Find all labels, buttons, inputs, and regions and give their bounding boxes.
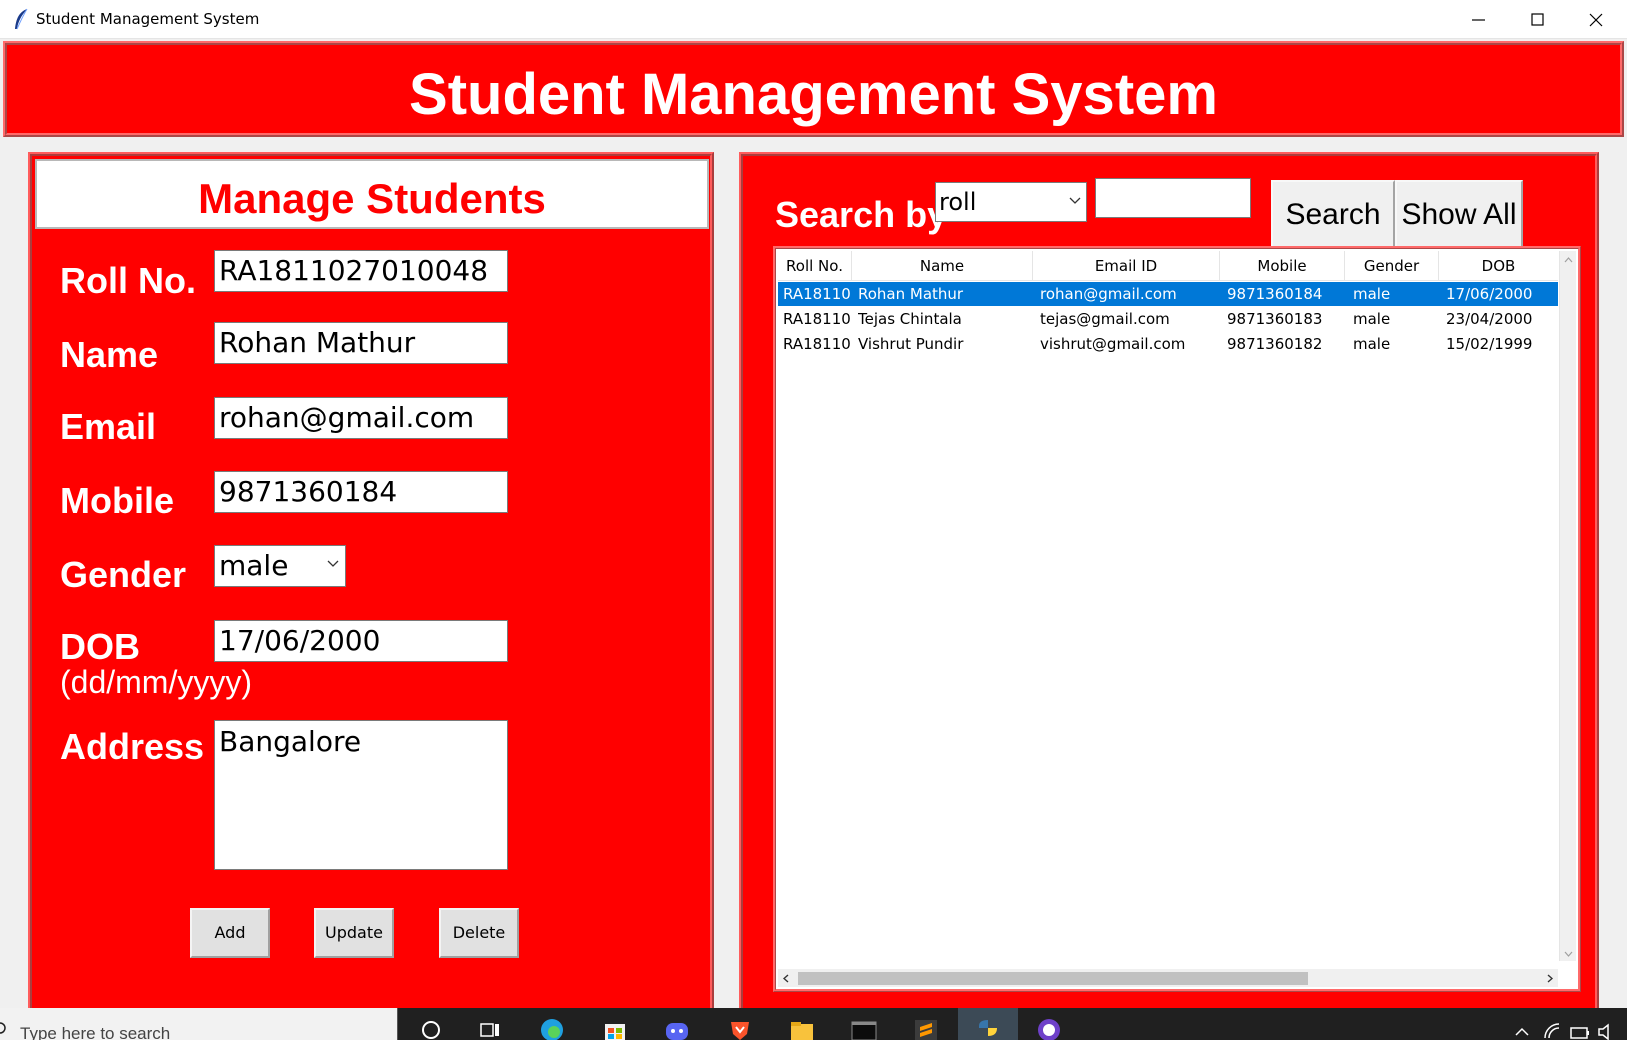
volume-icon[interactable] bbox=[1597, 1022, 1617, 1040]
cell-roll: RA181102 bbox=[783, 285, 851, 303]
address-label: Address bbox=[60, 726, 205, 767]
store-icon[interactable] bbox=[602, 1014, 628, 1040]
manage-title-box: Manage Students bbox=[35, 159, 709, 229]
window-titlebar: Student Management System bbox=[0, 0, 1627, 39]
name-input[interactable]: Rohan Mathur bbox=[214, 322, 508, 364]
roll-label: Roll No. bbox=[60, 260, 196, 301]
discord-icon[interactable] bbox=[664, 1014, 690, 1040]
cell-gender: male bbox=[1353, 285, 1391, 303]
vertical-scrollbar[interactable] bbox=[1559, 251, 1576, 961]
cell-dob: 23/04/2000 bbox=[1446, 310, 1533, 328]
minimize-button[interactable] bbox=[1450, 0, 1508, 39]
cell-gender: male bbox=[1353, 310, 1391, 328]
cell-mobile: 9871360184 bbox=[1227, 285, 1323, 303]
search-button[interactable]: Search bbox=[1271, 180, 1395, 250]
mobile-label: Mobile bbox=[60, 480, 174, 521]
gender-select[interactable]: male bbox=[214, 545, 346, 587]
show-all-button[interactable]: Show All bbox=[1395, 180, 1523, 250]
table-row[interactable]: RA181102 Tejas Chintala tejas@gmail.com … bbox=[778, 307, 1558, 331]
cell-email: tejas@gmail.com bbox=[1040, 310, 1170, 328]
edge-icon[interactable] bbox=[539, 1014, 565, 1040]
taskbar-search-box[interactable]: Type here to search bbox=[0, 1008, 398, 1040]
close-icon bbox=[1589, 13, 1603, 27]
name-label: Name bbox=[60, 334, 159, 375]
maximize-button[interactable] bbox=[1509, 0, 1567, 39]
search-by-value: roll bbox=[939, 188, 977, 216]
mobile-input[interactable]: 9871360184 bbox=[214, 471, 508, 513]
scroll-down-icon[interactable] bbox=[1564, 951, 1573, 957]
update-button[interactable]: Update bbox=[314, 908, 394, 958]
cell-email: rohan@gmail.com bbox=[1040, 285, 1177, 303]
search-icon bbox=[0, 1022, 6, 1034]
address-textarea[interactable]: Bangalore bbox=[214, 720, 508, 870]
feather-icon bbox=[15, 8, 28, 30]
cell-roll: RA181102 bbox=[783, 335, 851, 353]
column-header-dob[interactable]: DOB bbox=[1439, 251, 1558, 281]
email-input[interactable]: rohan@gmail.com bbox=[214, 397, 508, 439]
dob-input[interactable]: 17/06/2000 bbox=[214, 620, 508, 662]
column-header-name[interactable]: Name bbox=[852, 251, 1033, 281]
scroll-right-icon[interactable] bbox=[1547, 974, 1553, 983]
student-table: Roll No. Name Email ID Mobile Gender DOB… bbox=[773, 246, 1581, 992]
sublime-icon[interactable] bbox=[913, 1014, 939, 1040]
maximize-icon bbox=[1531, 13, 1544, 26]
cell-name: Vishrut Pundir bbox=[858, 335, 964, 353]
page-title: Student Management System bbox=[409, 62, 1218, 127]
cell-mobile: 9871360182 bbox=[1227, 335, 1323, 353]
windows-taskbar: Type here to search bbox=[0, 1008, 1627, 1040]
wifi-icon[interactable] bbox=[1543, 1022, 1561, 1040]
terminal-icon[interactable] bbox=[851, 1014, 877, 1040]
window-title: Student Management System bbox=[36, 10, 260, 28]
table-row[interactable]: RA181102 Rohan Mathur rohan@gmail.com 98… bbox=[778, 282, 1558, 306]
taskbar-search-placeholder: Type here to search bbox=[20, 1024, 171, 1040]
cell-gender: male bbox=[1353, 335, 1391, 353]
minimize-icon bbox=[1472, 19, 1485, 21]
brave-icon[interactable] bbox=[727, 1014, 753, 1040]
search-by-select[interactable]: roll bbox=[935, 182, 1087, 222]
search-by-label: Search by bbox=[775, 194, 948, 235]
table-header: Roll No. Name Email ID Mobile Gender DOB bbox=[778, 251, 1558, 281]
github-icon[interactable] bbox=[1036, 1014, 1062, 1040]
dob-format-hint: (dd/mm/yyyy) bbox=[60, 664, 252, 700]
column-header-email[interactable]: Email ID bbox=[1033, 251, 1220, 281]
table-row[interactable]: RA181102 Vishrut Pundir vishrut@gmail.co… bbox=[778, 332, 1558, 356]
chevron-down-icon bbox=[1069, 197, 1081, 204]
cortana-icon[interactable] bbox=[418, 1014, 444, 1040]
taskbar-active-app[interactable] bbox=[958, 1008, 1018, 1040]
add-button[interactable]: Add bbox=[190, 908, 270, 958]
cell-mobile: 9871360183 bbox=[1227, 310, 1323, 328]
task-view-icon[interactable] bbox=[477, 1014, 503, 1040]
close-button[interactable] bbox=[1567, 0, 1625, 39]
gender-select-value: male bbox=[219, 549, 289, 582]
cell-dob: 15/02/1999 bbox=[1446, 335, 1533, 353]
cell-name: Rohan Mathur bbox=[858, 285, 964, 303]
roll-input[interactable]: RA1811027010048 bbox=[214, 250, 508, 292]
scroll-up-icon[interactable] bbox=[1564, 257, 1573, 263]
battery-icon[interactable] bbox=[1570, 1026, 1590, 1040]
delete-button[interactable]: Delete bbox=[439, 908, 519, 958]
dob-label: DOB bbox=[60, 626, 140, 660]
python-icon bbox=[979, 1020, 997, 1036]
header-banner: Student Management System bbox=[3, 41, 1624, 137]
cell-name: Tejas Chintala bbox=[858, 310, 962, 328]
search-input[interactable] bbox=[1095, 178, 1251, 218]
email-label: Email bbox=[60, 406, 157, 447]
manage-title: Manage Students bbox=[198, 175, 546, 222]
chevron-down-icon bbox=[327, 560, 339, 567]
horizontal-scroll-thumb[interactable] bbox=[798, 972, 1308, 985]
column-header-gender[interactable]: Gender bbox=[1345, 251, 1439, 281]
scroll-left-icon[interactable] bbox=[783, 974, 789, 983]
file-explorer-icon[interactable] bbox=[789, 1014, 815, 1040]
column-header-mobile[interactable]: Mobile bbox=[1220, 251, 1345, 281]
manage-students-panel: Manage Students Roll No. RA1811027010048… bbox=[28, 152, 714, 1020]
student-details-panel: Search by roll Search Show All Roll No. … bbox=[739, 152, 1599, 1020]
chevron-up-icon[interactable] bbox=[1515, 1026, 1529, 1036]
column-header-roll[interactable]: Roll No. bbox=[778, 251, 852, 281]
gender-label: Gender bbox=[60, 554, 187, 595]
horizontal-scrollbar[interactable] bbox=[778, 969, 1558, 987]
cell-dob: 17/06/2000 bbox=[1446, 285, 1533, 303]
cell-email: vishrut@gmail.com bbox=[1040, 335, 1186, 353]
cell-roll: RA181102 bbox=[783, 310, 851, 328]
